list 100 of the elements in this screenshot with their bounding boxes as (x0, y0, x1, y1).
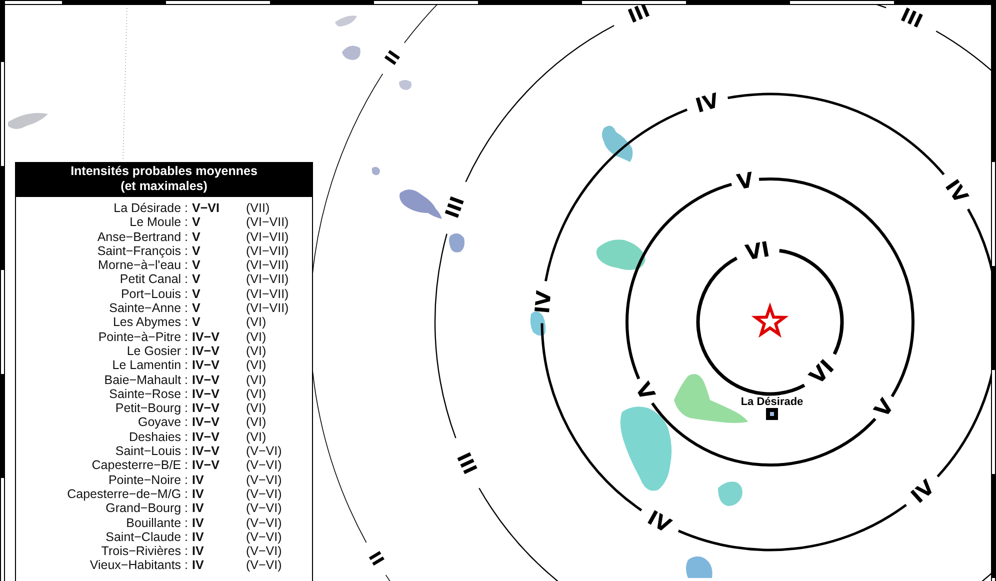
island-shape (335, 16, 357, 26)
intensity-label: III (441, 194, 470, 222)
island-shape (342, 46, 360, 60)
intensity-label: III (897, 4, 926, 33)
intensity-label: IV (692, 88, 722, 118)
island-shape (602, 126, 633, 162)
intensity-value: V (192, 230, 202, 244)
max-intensity-value: (VI) (246, 415, 268, 430)
intensity-label: IV (940, 174, 974, 208)
max-intensity-value: (V−VI) (246, 530, 283, 544)
max-intensity-value: (VI) (246, 358, 268, 373)
place-name: Morne−à−l'eau : (97, 258, 188, 272)
intensity-value: IV (192, 530, 205, 544)
place-name: Le Lamentin : (111, 358, 188, 373)
island-shape (399, 80, 412, 90)
place-name: Trois−Rivières : (100, 544, 188, 558)
intensity-value: V (192, 301, 202, 316)
max-intensity-value: (VI−VII) (246, 258, 290, 272)
place-name: Capesterre−B/E : (90, 458, 188, 473)
max-intensity-value: (V−VI) (246, 472, 283, 487)
max-intensity-value: (VI−VII) (246, 286, 290, 302)
intensity-label: VI (744, 237, 772, 265)
epicenter-star-icon (751, 302, 789, 338)
max-intensity-value: (V−VI) (246, 444, 283, 458)
intensity-value: IV (192, 558, 205, 573)
intensity-value: IV−V (192, 401, 220, 416)
place-name: Le Gosier : (126, 344, 188, 358)
place-name: Saint−François : (96, 244, 188, 258)
legend-title: Intensités probables moyennes (70, 164, 258, 179)
max-intensity-value: (V−VI) (246, 486, 283, 502)
intensity-value: V (192, 315, 202, 330)
intensity-value: V (192, 244, 202, 258)
max-intensity-value: (VI) (246, 401, 268, 416)
island-shape (686, 556, 712, 578)
place-name: Les Abymes : (112, 315, 188, 330)
place-name: Le Moule : (128, 215, 188, 230)
place-name: Saint−Louis : (114, 444, 188, 458)
max-intensity-value: (VI) (246, 430, 268, 444)
place-name: Deshaies : (128, 430, 188, 444)
place-name: Sainte−Rose : (108, 386, 188, 402)
max-intensity-value: (VI) (246, 330, 268, 344)
max-intensity-value: (VII) (246, 201, 271, 216)
intensity-value: V (192, 215, 202, 230)
max-intensity-value: (VI) (246, 386, 268, 402)
place-name: Vieux−Habitants : (88, 558, 188, 573)
intensity-value: IV (192, 516, 205, 530)
place-name: La Désirade : (112, 201, 188, 216)
intensity-value: V (192, 286, 202, 302)
intensity-label: III (452, 449, 481, 478)
intensity-label: V (735, 168, 756, 194)
place-name: Port−Louis : (120, 286, 188, 302)
island-shape (718, 482, 742, 506)
intensity-value: V−VI (192, 201, 220, 216)
place-marker-icon (766, 408, 778, 420)
intensity-value: IV−V (192, 415, 220, 430)
intensity-value: IV−V (192, 358, 220, 373)
intensity-label: II (364, 548, 388, 570)
intensity-label: II (381, 47, 405, 70)
max-intensity-value: (V−VI) (246, 516, 283, 530)
intensity-label: III (625, 0, 654, 28)
intensity-value: IV (192, 544, 205, 558)
place-name: Capesterre−de−M/G : (66, 486, 188, 502)
max-intensity-value: (VI−VII) (246, 272, 290, 287)
intensity-label: V (630, 378, 660, 404)
island-shape (596, 240, 646, 270)
place-name: Saint−Claude : (104, 530, 188, 544)
intensity-value: IV−V (192, 444, 220, 458)
place-name: Sainte−Anne : (108, 301, 188, 316)
intensity-value: IV (192, 501, 205, 516)
island-shape (449, 233, 464, 252)
island-shape (400, 189, 442, 219)
intensity-value: IV−V (192, 386, 220, 402)
max-intensity-value: (VI−VII) (246, 244, 290, 258)
place-name: Petit Canal : (118, 272, 188, 287)
intensity-label: VI (804, 355, 839, 389)
max-intensity-value: (VI) (246, 344, 268, 358)
place-name: Anse−Bertrand : (96, 230, 188, 244)
max-intensity-value: (VI−VII) (246, 215, 290, 230)
intensity-label: IV (906, 474, 940, 508)
intensity-value: IV−V (192, 344, 220, 358)
island-shape (372, 166, 380, 176)
max-intensity-value: (VI−VII) (246, 301, 290, 316)
max-intensity-value: (V−VI) (246, 458, 283, 473)
intensity-value: IV (192, 472, 205, 487)
intensity-label: IV (644, 505, 676, 538)
max-intensity-value: (V−VI) (246, 558, 283, 573)
max-intensity-value: (V−VI) (246, 501, 283, 516)
place-name: Pointe−Noire : (107, 472, 188, 487)
intensity-value: V (192, 258, 202, 272)
place-name: Petit−Bourg : (114, 401, 188, 416)
place-name: Goyave : (136, 415, 188, 430)
intensity-label: IV (530, 290, 556, 315)
intensity-value: IV−V (192, 458, 220, 473)
intensity-value: IV−V (192, 372, 220, 387)
intensity-value: V (192, 272, 202, 287)
max-intensity-value: (VI−VII) (246, 230, 290, 244)
island-shape (8, 113, 48, 129)
place-name: Pointe−à−Pitre : (97, 330, 188, 344)
place-label: La Désirade (740, 396, 804, 408)
place-name: Grand−Bourg : (104, 501, 188, 516)
